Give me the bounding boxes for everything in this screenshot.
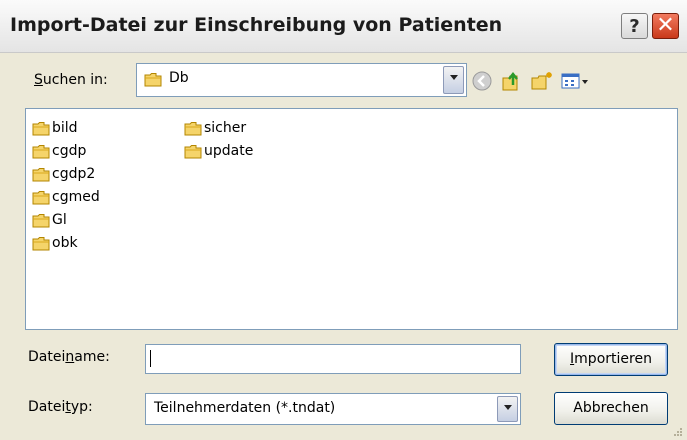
folder-icon: [32, 122, 50, 136]
help-button[interactable]: ?: [621, 13, 648, 39]
back-icon[interactable]: [470, 69, 494, 93]
up-folder-icon[interactable]: [500, 69, 524, 93]
lookin-label-accesskey: S: [34, 72, 43, 88]
list-item-label: cgdp: [52, 143, 87, 159]
lookin-value: Db: [169, 70, 189, 86]
folder-icon: [32, 168, 50, 182]
list-item-label: update: [204, 143, 254, 159]
folder-icon: [184, 122, 202, 136]
list-item-label: obk: [52, 235, 78, 251]
folder-icon: [144, 72, 162, 91]
chevron-down-icon[interactable]: [443, 66, 464, 94]
file-dialog: Import-Datei zur Einschreibung von Patie…: [0, 0, 687, 440]
folder-icon: [32, 145, 50, 159]
new-folder-icon[interactable]: [530, 69, 554, 93]
views-menu-icon[interactable]: [560, 69, 590, 93]
filename-input[interactable]: [145, 344, 521, 374]
lookin-label: Suchen in:: [34, 72, 108, 88]
window-title: Import-Datei zur Einschreibung von Patie…: [10, 14, 503, 36]
filetype-label: Dateityp:: [28, 399, 93, 415]
list-item-label: cgmed: [52, 189, 100, 205]
close-button[interactable]: ✕: [652, 13, 679, 39]
title-bar[interactable]: Import-Datei zur Einschreibung von Patie…: [0, 0, 687, 53]
list-item-label: cgdp2: [52, 166, 96, 182]
list-item-label: sicher: [204, 120, 247, 136]
cancel-button[interactable]: Abbrechen: [554, 392, 668, 425]
file-list[interactable]: bild cgdp cgdp2 cgmed Gl obk sicher upda…: [25, 108, 678, 330]
resize-grip-icon[interactable]: [673, 427, 683, 437]
folder-icon: [184, 145, 202, 159]
filename-label: Dateiname:: [28, 349, 110, 365]
filetype-select[interactable]: Teilnehmerdaten (*.tndat): [145, 393, 521, 425]
folder-icon: [32, 237, 50, 251]
import-button[interactable]: Importieren: [554, 343, 668, 376]
lookin-select[interactable]: Db: [136, 63, 467, 97]
filename-label-accesskey: n: [65, 349, 75, 365]
text-caret: [150, 350, 151, 367]
list-item-label: Gl: [52, 212, 67, 228]
filetype-value: Teilnehmerdaten (*.tndat): [154, 400, 336, 416]
folder-icon: [32, 214, 50, 228]
list-item-label: bild: [52, 120, 78, 136]
chevron-down-icon[interactable]: [497, 396, 518, 422]
folder-icon: [32, 191, 50, 205]
